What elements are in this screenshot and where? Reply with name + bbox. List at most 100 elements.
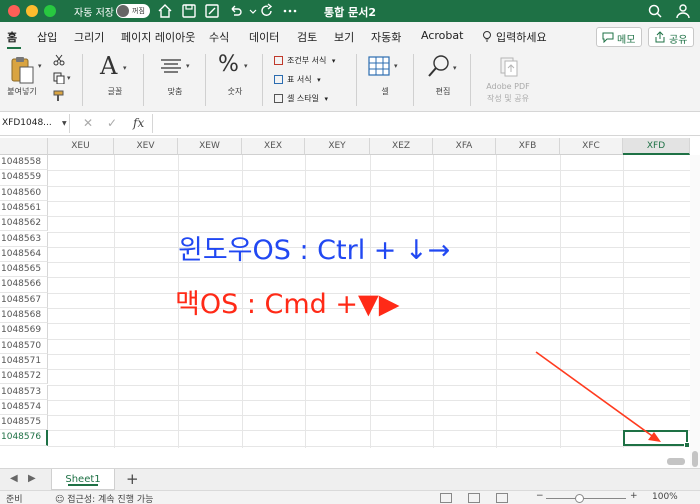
row-header[interactable]: 1048575 (0, 415, 48, 431)
previous-sheet-icon[interactable]: ◀ (10, 473, 18, 484)
tell-me-input[interactable]: 입력하세요 (496, 29, 547, 45)
cut-icon[interactable] (53, 54, 65, 69)
undo-icon[interactable] (228, 3, 244, 19)
format-painter-icon[interactable] (53, 90, 65, 105)
sheet-tab-sheet1[interactable]: Sheet1 (51, 469, 115, 490)
copy-icon[interactable] (53, 72, 65, 87)
column-header[interactable]: XFD (623, 138, 690, 155)
vertical-scroll-thumb[interactable] (692, 451, 698, 467)
cancel-icon[interactable]: ✕ (83, 116, 93, 130)
selected-cell[interactable] (623, 430, 688, 446)
more-icon[interactable] (282, 3, 298, 19)
alignment-icon[interactable] (159, 58, 183, 77)
insert-function-icon[interactable]: fx (133, 116, 144, 130)
column-header[interactable]: XEX (242, 138, 305, 155)
row-header[interactable]: 1048558 (0, 155, 48, 171)
find-icon[interactable] (427, 54, 451, 83)
font-dropdown-icon[interactable]: ▾ (123, 64, 127, 72)
normal-view-icon[interactable] (440, 493, 452, 503)
home-icon[interactable] (157, 3, 173, 19)
tab-acrobat[interactable]: Acrobat (421, 29, 463, 42)
save-icon[interactable] (181, 3, 197, 19)
row-header[interactable]: 1048573 (0, 384, 48, 400)
row-header[interactable]: 1048560 (0, 185, 48, 201)
row-header[interactable]: 1048567 (0, 292, 48, 308)
tab-page-layout[interactable]: 페이지 레이아웃 (121, 29, 195, 45)
row-header[interactable]: 1048570 (0, 338, 48, 354)
column-header[interactable]: XEW (178, 138, 242, 155)
column-header[interactable]: XFB (496, 138, 560, 155)
number-dropdown-icon[interactable]: ▾ (244, 62, 248, 70)
share-button[interactable]: 공유 (648, 27, 695, 47)
tab-insert[interactable]: 삽입 (37, 29, 57, 45)
cells-dropdown-icon[interactable]: ▾ (394, 62, 398, 70)
column-header[interactable]: XEU (48, 138, 114, 155)
cell-style-button[interactable]: 셀 스타일 ▾ (274, 93, 328, 104)
row-header[interactable]: 1048576 (0, 430, 48, 446)
row-header[interactable]: 1048564 (0, 246, 48, 263)
tab-draw[interactable]: 그리기 (74, 29, 104, 45)
paste-icon[interactable] (10, 55, 36, 88)
column-header[interactable]: XFC (560, 138, 623, 155)
page-layout-view-icon[interactable] (468, 493, 480, 503)
alignment-dropdown-icon[interactable]: ▾ (186, 62, 190, 70)
cells-icon[interactable] (368, 56, 390, 79)
close-window-button[interactable] (8, 5, 20, 17)
row-header[interactable]: 1048569 (0, 323, 48, 339)
tab-data[interactable]: 데이터 (249, 29, 279, 45)
tab-review[interactable]: 검토 (297, 29, 317, 45)
enter-icon[interactable]: ✓ (107, 116, 117, 130)
column-header[interactable]: XFA (433, 138, 496, 155)
column-header[interactable]: XEZ (370, 138, 433, 155)
tab-home[interactable]: 홈 (7, 29, 17, 45)
tab-view[interactable]: 보기 (334, 29, 354, 45)
redo-icon[interactable] (259, 3, 275, 19)
zoom-slider-knob[interactable] (575, 494, 584, 503)
row-header[interactable]: 1048562 (0, 216, 48, 232)
row-header[interactable]: 1048568 (0, 308, 48, 324)
zoom-in-icon[interactable]: + (630, 491, 638, 501)
zoom-window-button[interactable] (44, 5, 56, 17)
row-header[interactable]: 1048572 (0, 369, 48, 385)
row-header[interactable]: 1048561 (0, 200, 48, 217)
paste-dropdown-icon[interactable]: ▾ (38, 62, 42, 70)
zoom-slider[interactable] (546, 498, 626, 499)
row-header[interactable]: 1048559 (0, 170, 48, 186)
undo-dropdown-icon[interactable] (245, 3, 257, 19)
name-box-dropdown-icon[interactable]: ▼ (62, 120, 67, 127)
column-header[interactable]: XEV (114, 138, 178, 155)
tab-automate[interactable]: 자동화 (371, 29, 401, 45)
accessibility-status[interactable]: ☺ 접근성: 계속 진행 가능 (55, 492, 153, 504)
row-gridline (48, 323, 690, 325)
zoom-out-icon[interactable]: − (536, 491, 544, 501)
conditional-format-button[interactable]: 조건부 서식 ▾ (274, 55, 335, 66)
minimize-window-button[interactable] (26, 5, 38, 17)
select-all-corner[interactable] (0, 138, 48, 155)
page-break-view-icon[interactable] (496, 493, 508, 503)
zoom-level[interactable]: 100% (652, 492, 678, 502)
formula-input[interactable] (152, 114, 700, 133)
autosave-toggle[interactable]: 꺼짐 (116, 4, 150, 18)
row-header[interactable]: 1048566 (0, 277, 48, 293)
row-header[interactable]: 1048563 (0, 231, 48, 247)
editing-dropdown-icon[interactable]: ▾ (453, 64, 457, 72)
vertical-scrollbar[interactable] (690, 155, 700, 468)
column-header[interactable]: XEY (305, 138, 370, 155)
adobe-pdf-icon[interactable] (498, 55, 520, 80)
account-icon[interactable] (675, 3, 691, 19)
row-header[interactable]: 1048571 (0, 353, 48, 370)
next-sheet-icon[interactable]: ▶ (28, 473, 36, 484)
font-icon[interactable]: A (100, 52, 117, 80)
copy-dropdown-icon[interactable]: ▾ (67, 74, 71, 82)
add-sheet-icon[interactable]: + (126, 470, 139, 488)
tab-formulas[interactable]: 수식 (209, 29, 229, 45)
row-header[interactable]: 1048574 (0, 399, 48, 416)
percent-icon[interactable]: % (218, 52, 239, 77)
comments-button[interactable]: 메모 (596, 27, 643, 47)
search-icon[interactable] (647, 3, 663, 19)
horizontal-scroll-thumb[interactable] (667, 458, 685, 465)
name-box[interactable]: XFD1048... (0, 114, 70, 133)
table-format-button[interactable]: 표 서식 ▾ (274, 74, 321, 85)
edit-icon[interactable] (204, 3, 220, 19)
row-header[interactable]: 1048565 (0, 262, 48, 278)
